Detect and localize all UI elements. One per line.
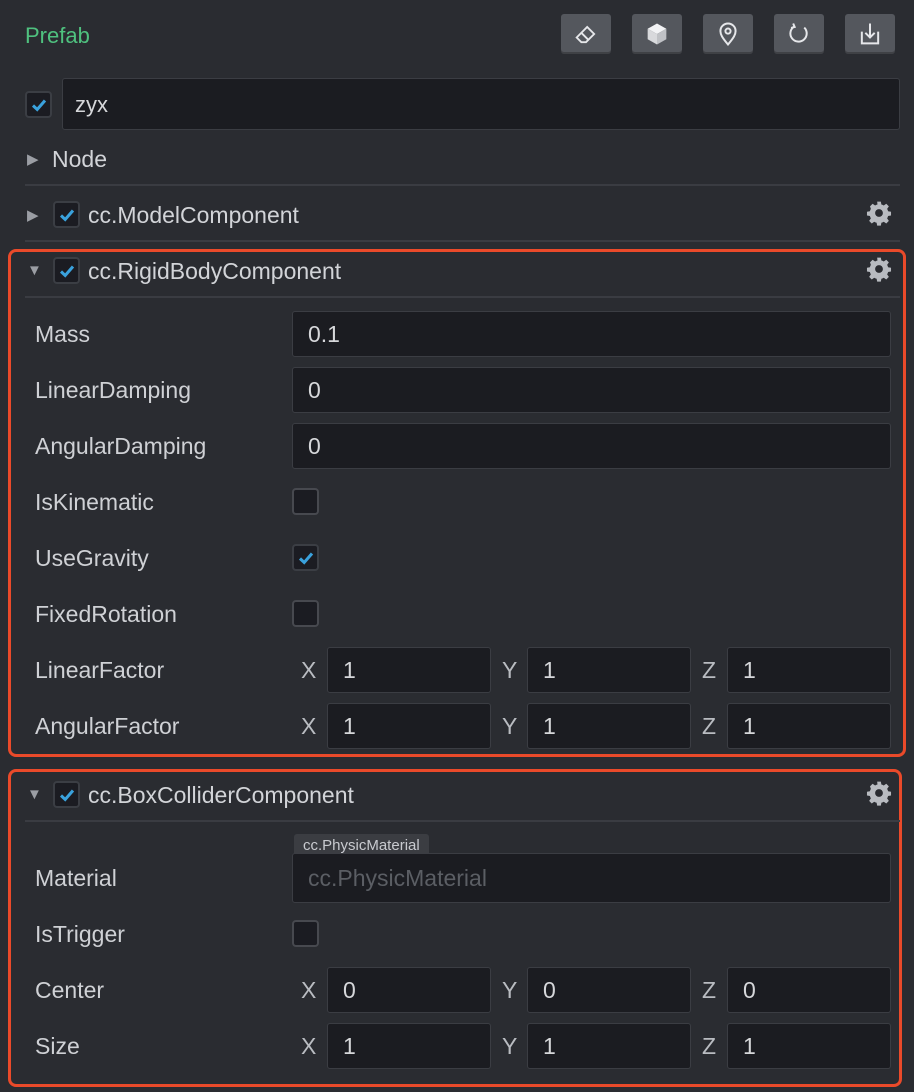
is-kinematic-checkbox[interactable] <box>292 488 319 515</box>
rigidbody-settings-gear-icon[interactable] <box>866 256 892 282</box>
divider <box>25 820 900 822</box>
revert-button[interactable] <box>774 14 824 54</box>
axis-z-label: Z <box>702 657 717 683</box>
axis-z-label: Z <box>702 1033 717 1059</box>
center-z-input[interactable]: 0 <box>727 967 891 1013</box>
axis-y-label: Y <box>502 1033 518 1059</box>
checkmark-icon <box>298 552 313 565</box>
model-enabled-checkbox[interactable] <box>53 201 80 228</box>
angular-damping-label: AngularDamping <box>35 433 207 459</box>
axis-x-label: X <box>301 657 317 683</box>
apply-button[interactable] <box>845 14 895 54</box>
linear-factor-label: LinearFactor <box>35 657 165 683</box>
boxcollider-collapse-arrow-icon[interactable]: ▼ <box>27 786 42 803</box>
rigidbody-enabled-checkbox[interactable] <box>53 257 80 284</box>
axis-y-label: Y <box>502 657 518 683</box>
divider <box>25 184 900 186</box>
axis-x-label: X <box>301 977 317 1003</box>
checkmark-icon <box>59 209 74 222</box>
size-z-input[interactable]: 1 <box>727 1023 891 1069</box>
angular-damping-input[interactable]: 0 <box>292 423 891 469</box>
boxcollider-component-label[interactable]: cc.BoxColliderComponent <box>88 782 354 809</box>
size-y-input[interactable]: 1 <box>527 1023 691 1069</box>
linear-damping-label: LinearDamping <box>35 377 191 403</box>
boxcollider-settings-gear-icon[interactable] <box>866 780 892 806</box>
axis-y-label: Y <box>502 713 518 739</box>
size-label: Size <box>35 1033 80 1059</box>
rigidbody-collapse-arrow-icon[interactable]: ▼ <box>27 262 42 279</box>
axis-x-label: X <box>301 1033 317 1059</box>
model-settings-gear-icon[interactable] <box>866 200 892 226</box>
angular-factor-y-input[interactable]: 1 <box>527 703 691 749</box>
use-gravity-checkbox[interactable] <box>292 544 319 571</box>
node-name-input[interactable]: zyx <box>62 78 900 130</box>
mass-input[interactable]: 0.1 <box>292 311 891 357</box>
fixed-rotation-label: FixedRotation <box>35 601 177 627</box>
mass-label: Mass <box>35 321 90 347</box>
model-component-label[interactable]: cc.ModelComponent <box>88 202 299 229</box>
center-y-input[interactable]: 0 <box>527 967 691 1013</box>
checkmark-icon <box>59 789 74 802</box>
axis-y-label: Y <box>502 977 518 1003</box>
cube-button[interactable] <box>632 14 682 54</box>
boxcollider-enabled-checkbox[interactable] <box>53 781 80 808</box>
node-section-label[interactable]: Node <box>52 146 107 173</box>
angular-factor-label: AngularFactor <box>35 713 180 739</box>
use-gravity-label: UseGravity <box>35 545 149 571</box>
size-x-input[interactable]: 1 <box>327 1023 491 1069</box>
is-trigger-checkbox[interactable] <box>292 920 319 947</box>
axis-z-label: Z <box>702 713 717 739</box>
prefab-title: Prefab <box>25 23 90 48</box>
refresh-icon <box>789 23 808 43</box>
axis-z-label: Z <box>702 977 717 1003</box>
material-label: Material <box>35 865 117 891</box>
eraser-button[interactable] <box>561 14 611 54</box>
is-kinematic-label: IsKinematic <box>35 489 154 515</box>
angular-factor-z-input[interactable]: 1 <box>727 703 891 749</box>
linear-factor-y-input[interactable]: 1 <box>527 647 691 693</box>
checkmark-icon <box>59 265 74 278</box>
cube-icon <box>647 23 667 45</box>
axis-x-label: X <box>301 713 317 739</box>
node-active-checkbox[interactable] <box>25 91 52 118</box>
save-download-icon <box>860 23 880 45</box>
linear-factor-z-input[interactable]: 1 <box>727 647 891 693</box>
linear-factor-x-input[interactable]: 1 <box>327 647 491 693</box>
center-label: Center <box>35 977 105 1003</box>
location-pin-icon <box>719 22 737 47</box>
material-asset-field[interactable]: cc.PhysicMaterial <box>292 853 891 903</box>
model-expand-arrow-icon[interactable]: ▶ <box>27 206 39 224</box>
divider <box>25 296 900 298</box>
angular-factor-x-input[interactable]: 1 <box>327 703 491 749</box>
locate-button[interactable] <box>703 14 753 54</box>
eraser-icon <box>575 25 596 44</box>
fixed-rotation-checkbox[interactable] <box>292 600 319 627</box>
linear-damping-input[interactable]: 0 <box>292 367 891 413</box>
checkmark-icon <box>31 99 46 112</box>
rigidbody-component-label[interactable]: cc.RigidBodyComponent <box>88 258 341 285</box>
node-expand-arrow-icon[interactable]: ▶ <box>27 150 39 168</box>
divider <box>25 240 900 242</box>
is-trigger-label: IsTrigger <box>35 921 125 947</box>
center-x-input[interactable]: 0 <box>327 967 491 1013</box>
